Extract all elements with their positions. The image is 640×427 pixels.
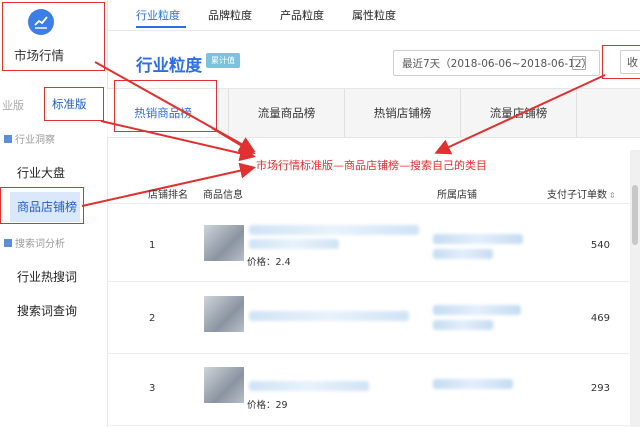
product-thumbnail[interactable] bbox=[204, 296, 244, 332]
section-industry-insight: 行业洞察 bbox=[4, 131, 55, 146]
th-orders[interactable]: 支付子订单数 bbox=[547, 186, 616, 201]
cumulative-badge: 累计值 bbox=[206, 53, 240, 68]
shop-sub-blurred bbox=[433, 320, 493, 330]
shop-name-blurred[interactable] bbox=[433, 379, 513, 389]
calendar-icon[interactable] bbox=[572, 56, 586, 70]
subtab-hot-shops[interactable]: 热销店铺榜 bbox=[345, 89, 460, 137]
annotation-box-nav bbox=[0, 187, 84, 224]
orders-value: 469 bbox=[590, 313, 610, 324]
table-row[interactable]: 1 价格：2.4 540 bbox=[107, 209, 640, 282]
table-header: 店铺排名 商品信息 所属店铺 支付子订单数 bbox=[107, 177, 640, 204]
section-search-analysis: 搜索词分析 bbox=[4, 235, 65, 250]
table-row[interactable]: 2 469 bbox=[107, 281, 640, 354]
orders-value: 540 bbox=[590, 240, 610, 251]
th-product: 商品信息 bbox=[203, 190, 243, 201]
annotation-box-right bbox=[602, 45, 640, 79]
shop-sub-blurred bbox=[433, 249, 493, 259]
version-prefix: 业版 bbox=[2, 99, 24, 112]
sidebar-item-hot-search[interactable]: 行业热搜词 bbox=[17, 268, 77, 285]
date-range-picker[interactable]: 最近7天（2018-06-06~2018-06-12） bbox=[393, 50, 600, 76]
tab-brand[interactable]: 品牌粒度 bbox=[208, 7, 252, 23]
tab-product[interactable]: 产品粒度 bbox=[280, 7, 324, 23]
subtab-traffic-shops[interactable]: 流量店铺榜 bbox=[461, 89, 576, 137]
product-name-blurred bbox=[249, 381, 369, 391]
scrollbar-thumb[interactable] bbox=[632, 185, 638, 245]
shop-name-blurred[interactable] bbox=[433, 234, 523, 244]
rank-value: 3 bbox=[149, 383, 156, 394]
sidebar-item-search-query[interactable]: 搜索词查询 bbox=[17, 302, 77, 319]
annotation-box-version bbox=[44, 87, 104, 121]
date-range-text: 最近7天（2018-06-06~2018-06-12） bbox=[402, 58, 593, 70]
section-label: 搜索词分析 bbox=[15, 239, 65, 250]
product-thumbnail[interactable] bbox=[204, 225, 244, 261]
rank-value: 1 bbox=[149, 240, 156, 251]
product-name-blurred bbox=[249, 225, 419, 235]
page-title: 行业粒度 bbox=[136, 56, 202, 75]
product-name-blurred bbox=[249, 311, 409, 321]
product-price: 价格：2.4 bbox=[247, 257, 291, 268]
tab-attribute[interactable]: 属性粒度 bbox=[352, 7, 396, 23]
annotation-box-app-title bbox=[2, 2, 105, 71]
product-sub-blurred bbox=[249, 239, 339, 249]
sidebar-item-industry-overview[interactable]: 行业大盘 bbox=[17, 164, 65, 181]
product-thumbnail[interactable] bbox=[204, 367, 244, 403]
tab-industry[interactable]: 行业粒度 bbox=[136, 7, 180, 23]
product-price: 价格：29 bbox=[247, 400, 288, 411]
section-icon bbox=[4, 134, 12, 143]
subtab-divider bbox=[576, 89, 577, 137]
subtab-traffic-products[interactable]: 流量商品榜 bbox=[229, 89, 344, 137]
orders-value: 293 bbox=[590, 383, 610, 394]
th-rank: 店铺排名 bbox=[148, 190, 188, 201]
rank-value: 2 bbox=[149, 313, 156, 324]
section-icon bbox=[4, 238, 12, 247]
tab-active-indicator bbox=[136, 26, 186, 28]
annotation-box-subtab bbox=[114, 80, 217, 132]
shop-name-blurred[interactable] bbox=[433, 305, 521, 315]
table-row[interactable]: 3 价格：29 293 bbox=[107, 353, 640, 426]
section-label: 行业洞察 bbox=[15, 135, 55, 146]
th-shop: 所属店铺 bbox=[437, 190, 477, 201]
annotation-text: 市场行情标准版—商品店铺榜—搜索自己的类目 bbox=[256, 159, 487, 172]
